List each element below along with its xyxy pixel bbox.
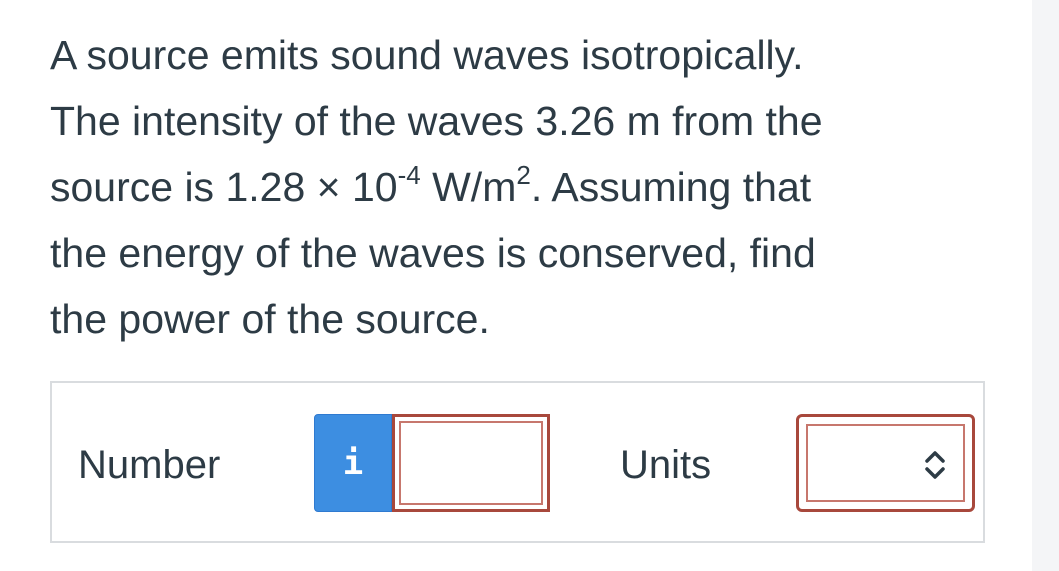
question-text-fragment: . Assuming that <box>530 164 812 210</box>
number-input[interactable] <box>392 414 550 512</box>
question-text: A source emits sound waves isotropically… <box>50 22 950 352</box>
number-label: Number <box>78 443 221 487</box>
question-line: source is 1.28 × 10-4 W/m2. Assuming tha… <box>50 154 950 220</box>
question-text-fragment: W/m <box>420 164 517 210</box>
info-icon: i <box>342 443 364 483</box>
info-button[interactable]: i <box>314 414 392 512</box>
question-line: the power of the source. <box>50 296 490 342</box>
question-text-fragment: source is 1.28 × 10 <box>50 164 398 210</box>
question-line: A source emits sound waves isotropically… <box>50 32 804 78</box>
chevron-updown-icon <box>925 451 945 479</box>
question-page: A source emits sound waves isotropically… <box>0 0 1059 571</box>
question-line: The intensity of the waves 3.26 m from t… <box>50 98 823 144</box>
exponent: -4 <box>397 160 421 191</box>
units-label: Units <box>620 443 712 487</box>
exponent: 2 <box>516 160 531 191</box>
question-line: the energy of the waves is conserved, fi… <box>50 230 816 276</box>
units-select[interactable] <box>796 414 975 512</box>
scrollbar-track <box>1032 0 1059 571</box>
